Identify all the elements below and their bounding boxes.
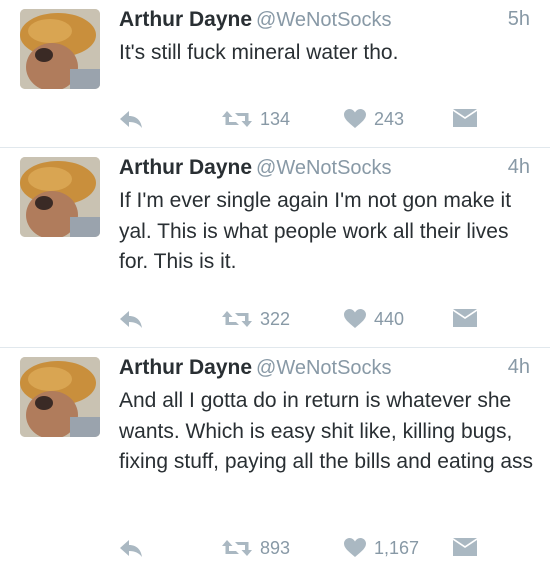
- retweet-button[interactable]: 134: [222, 104, 290, 134]
- direct-message-button[interactable]: [453, 304, 477, 334]
- like-button[interactable]: 440: [344, 304, 404, 334]
- direct-message-button[interactable]: [453, 104, 477, 134]
- tweet-actions: 893 1,167: [119, 533, 539, 563]
- tweet-header: Arthur Dayne @WeNotSocks 4h: [119, 156, 530, 184]
- tweet-actions: 322 440: [119, 304, 539, 334]
- avatar[interactable]: [20, 157, 100, 237]
- author-handle[interactable]: @WeNotSocks: [256, 157, 392, 179]
- heart-icon: [344, 538, 366, 558]
- avatar-image: [20, 9, 100, 89]
- heart-icon: [344, 309, 366, 329]
- tweet[interactable]: Arthur Dayne @WeNotSocks 4h If I'm ever s…: [0, 148, 550, 347]
- retweet-count: 134: [260, 108, 291, 129]
- timestamp[interactable]: 5h: [508, 8, 530, 31]
- avatar-image: [20, 357, 100, 437]
- avatar[interactable]: [20, 9, 100, 89]
- reply-button[interactable]: [119, 304, 143, 334]
- timestamp[interactable]: 4h: [508, 356, 530, 379]
- avatar-image: [20, 157, 100, 237]
- author-name[interactable]: Arthur Dayne: [119, 156, 252, 179]
- tweet-text: And all I gotta do in return is whatever…: [119, 389, 534, 473]
- tweet[interactable]: Arthur Dayne @WeNotSocks 4h And all I got…: [0, 348, 550, 578]
- reply-button[interactable]: [119, 104, 143, 134]
- retweet-icon: [222, 538, 252, 558]
- like-count: 440: [374, 308, 405, 329]
- retweet-button[interactable]: 322: [222, 304, 290, 334]
- retweet-icon: [222, 109, 252, 129]
- reply-icon: [119, 538, 143, 558]
- direct-message-button[interactable]: [453, 533, 477, 563]
- tweet-text: If I'm ever single again I'm not gon mak…: [119, 189, 512, 273]
- reply-button[interactable]: [119, 533, 143, 563]
- reply-icon: [119, 109, 143, 129]
- retweet-button[interactable]: 893: [222, 533, 290, 563]
- avatar[interactable]: [20, 357, 100, 437]
- tweet-header: Arthur Dayne @WeNotSocks 4h: [119, 356, 530, 384]
- like-count: 1,167: [374, 537, 420, 558]
- timestamp[interactable]: 4h: [508, 156, 530, 179]
- retweet-count: 322: [260, 308, 291, 329]
- like-count: 243: [374, 108, 405, 129]
- heart-icon: [344, 109, 366, 129]
- tweet[interactable]: Arthur Dayne @WeNotSocks 5h It's still fu…: [0, 0, 550, 147]
- reply-icon: [119, 309, 143, 329]
- like-button[interactable]: 1,167: [344, 533, 419, 563]
- tweet-text: It's still fuck mineral water tho.: [119, 41, 399, 64]
- tweet-header: Arthur Dayne @WeNotSocks 5h: [119, 8, 530, 36]
- like-button[interactable]: 243: [344, 104, 404, 134]
- tweet-actions: 134 243: [119, 104, 539, 134]
- author-name[interactable]: Arthur Dayne: [119, 356, 252, 379]
- author-handle[interactable]: @WeNotSocks: [256, 357, 392, 379]
- timeline: Arthur Dayne @WeNotSocks 5h It's still fu…: [0, 0, 550, 578]
- retweet-icon: [222, 309, 252, 329]
- envelope-icon: [453, 309, 477, 329]
- author-name[interactable]: Arthur Dayne: [119, 8, 252, 31]
- envelope-icon: [453, 109, 477, 129]
- envelope-icon: [453, 538, 477, 558]
- retweet-count: 893: [260, 537, 291, 558]
- author-handle[interactable]: @WeNotSocks: [256, 9, 392, 31]
